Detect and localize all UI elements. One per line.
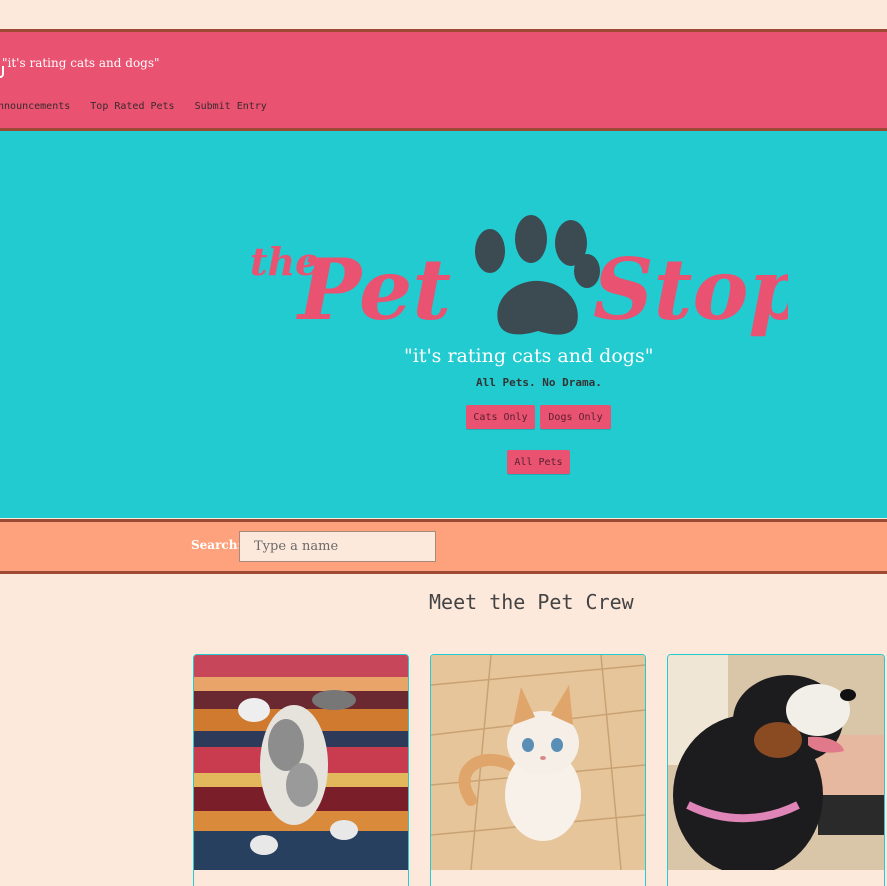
search-label: Search:: [191, 538, 242, 552]
nav-submit-entry[interactable]: Submit Entry: [195, 101, 267, 112]
search-input[interactable]: [239, 531, 436, 562]
section-title: Meet the Pet Crew: [429, 590, 634, 614]
pet-card[interactable]: [193, 654, 409, 886]
hero-section: the Pet Stop "it's rating cats and dogs"…: [0, 131, 887, 518]
hero-tagline: "it's rating cats and dogs": [404, 345, 654, 367]
logo-pet: Pet: [296, 240, 451, 339]
pet-card[interactable]: [430, 654, 646, 886]
nav-announcements[interactable]: Announcements: [0, 101, 70, 112]
logo-stop: Stop: [593, 240, 788, 339]
all-pets-button[interactable]: All Pets: [507, 450, 570, 474]
pet-photo-bernese-dog: [668, 655, 884, 870]
main-nav: Announcements Top Rated Pets Submit Entr…: [0, 101, 267, 112]
hero-subtitle: All Pets. No Drama.: [476, 376, 602, 389]
page: "it's rating cats and dogs" Announcement…: [0, 0, 887, 886]
nav-top-rated-pets[interactable]: Top Rated Pets: [90, 101, 174, 112]
site-header: "it's rating cats and dogs" Announcement…: [0, 29, 887, 131]
pet-stop-logo: the Pet Stop: [250, 215, 788, 339]
paw-print-icon: [475, 215, 600, 335]
cats-only-button[interactable]: Cats Only: [466, 405, 535, 429]
pet-card[interactable]: [667, 654, 885, 886]
pet-photo-orange-kitten: [431, 655, 645, 870]
header-tagline: "it's rating cats and dogs": [2, 56, 160, 70]
search-bar: Search:: [0, 519, 887, 574]
dogs-only-button[interactable]: Dogs Only: [540, 405, 611, 429]
pet-photo-kitten-lying: [194, 655, 408, 870]
